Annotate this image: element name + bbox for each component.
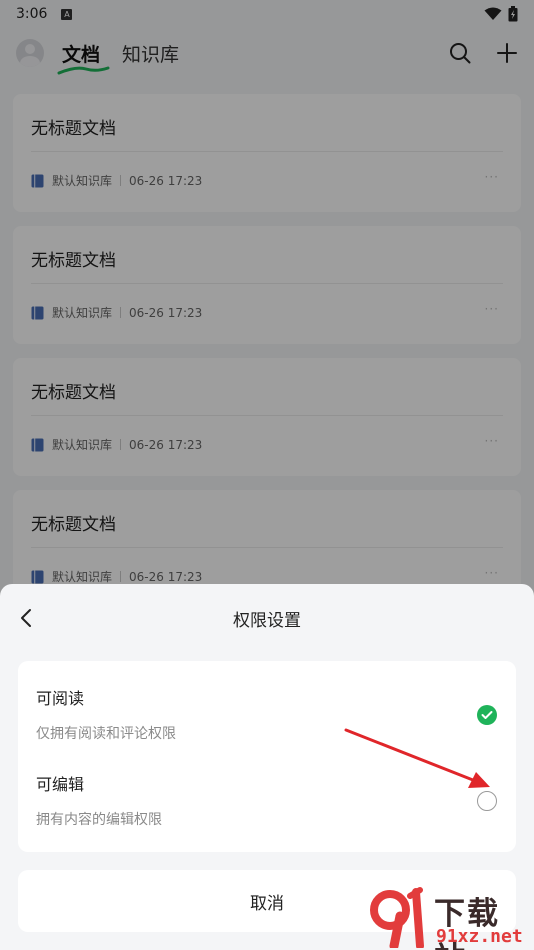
option-edit-desc: 拥有内容的编辑权限 <box>36 812 162 828</box>
back-button[interactable] <box>14 606 38 630</box>
check-icon <box>481 711 493 719</box>
sheet-header: 权限设置 <box>0 584 534 652</box>
sheet-title: 权限设置 <box>233 610 301 631</box>
option-read-label: 可阅读 <box>36 689 85 708</box>
option-edit-label: 可编辑 <box>36 775 85 794</box>
chevron-left-icon <box>21 609 31 627</box>
watermark-logo-icon <box>370 887 424 948</box>
cancel-label: 取消 <box>250 893 284 914</box>
watermark-url: 91xz.net <box>436 926 523 947</box>
watermark: 下载站 91xz.net <box>364 886 532 950</box>
annotation-arrow <box>344 728 490 788</box>
option-read-desc: 仅拥有阅读和评论权限 <box>36 726 176 742</box>
